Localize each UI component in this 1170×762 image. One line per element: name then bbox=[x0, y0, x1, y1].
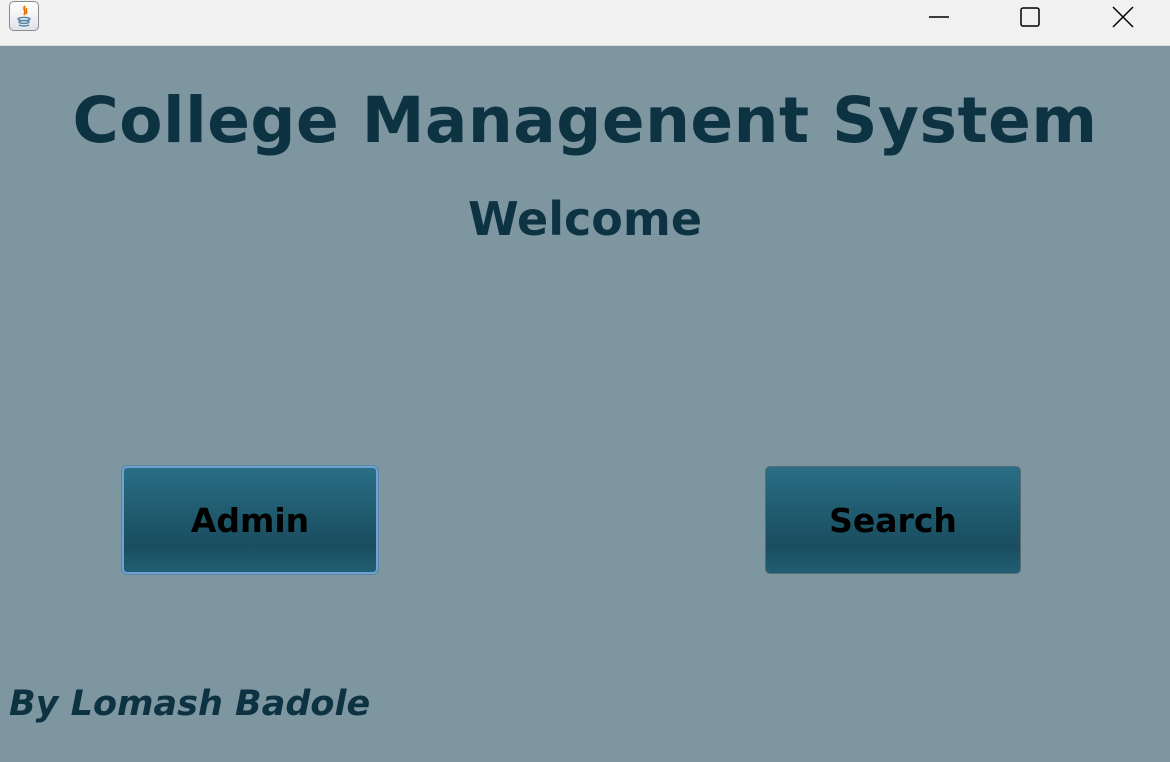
title-bar[interactable] bbox=[0, 0, 1170, 46]
search-button-label: Search bbox=[829, 500, 957, 540]
search-button[interactable]: Search bbox=[765, 466, 1021, 574]
welcome-heading: Welcome bbox=[467, 192, 703, 246]
minimize-button[interactable] bbox=[893, 0, 985, 34]
maximize-button[interactable] bbox=[984, 0, 1076, 34]
admin-button-label: Admin bbox=[190, 500, 310, 540]
java-icon[interactable] bbox=[9, 1, 39, 31]
close-icon bbox=[1112, 6, 1134, 28]
maximize-icon bbox=[1020, 7, 1040, 27]
author-credit: By Lomash Badole bbox=[9, 684, 371, 724]
admin-button[interactable]: Admin bbox=[122, 466, 378, 574]
app-window: College Managenent System Welcome Admin … bbox=[0, 0, 1170, 762]
close-button[interactable] bbox=[1077, 0, 1169, 34]
minimize-icon bbox=[929, 16, 949, 18]
page-title: College Managenent System bbox=[72, 84, 1098, 157]
